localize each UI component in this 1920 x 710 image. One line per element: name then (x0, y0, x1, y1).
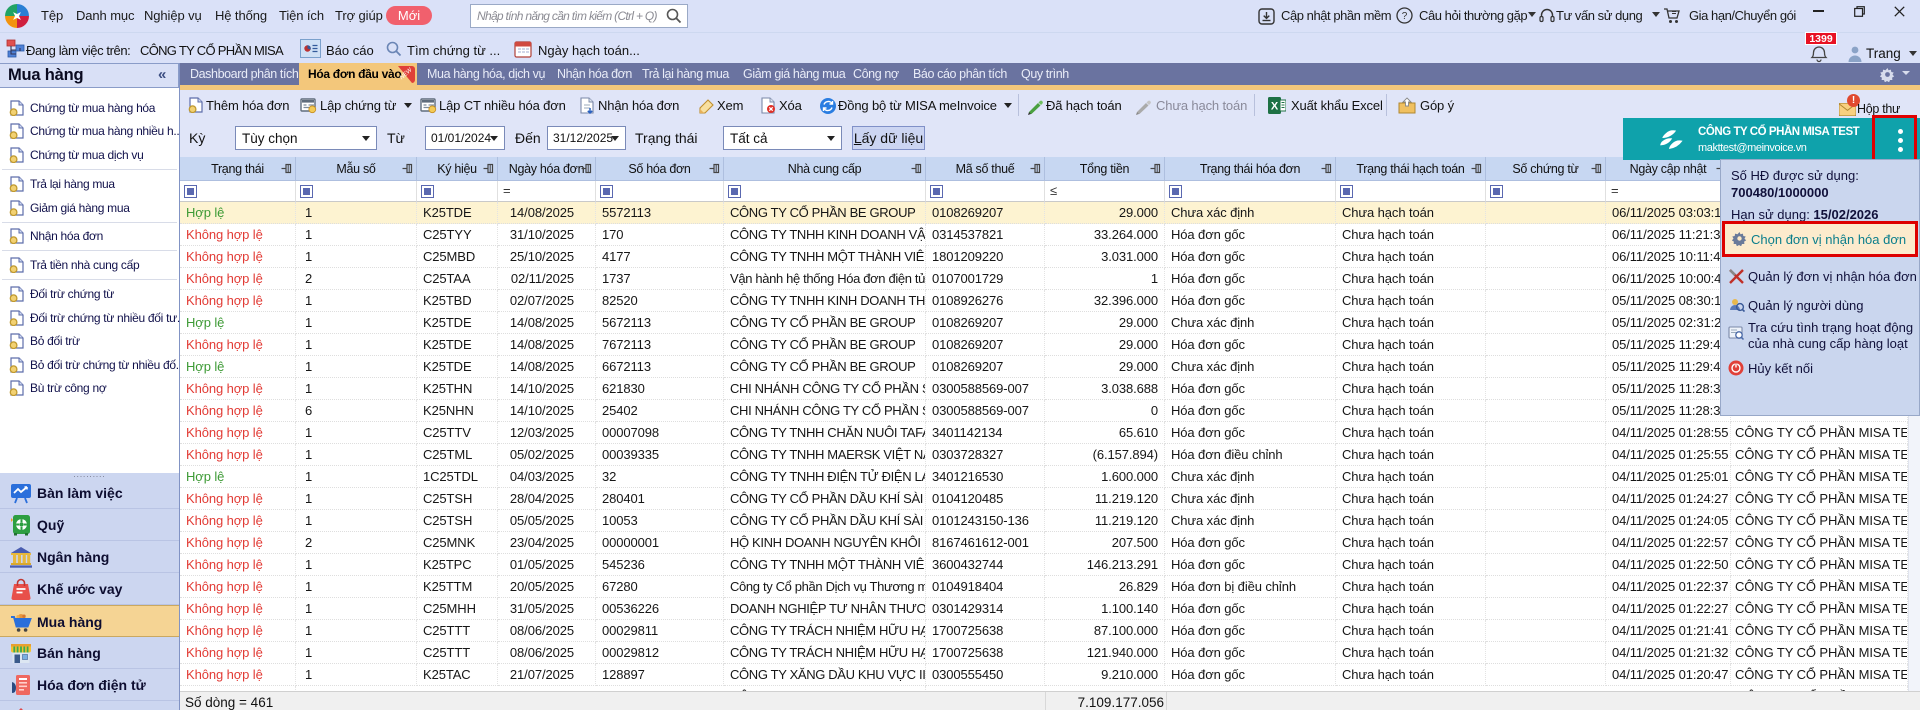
svg-text:X: X (1271, 101, 1279, 113)
svg-text:?: ? (1402, 11, 1408, 22)
